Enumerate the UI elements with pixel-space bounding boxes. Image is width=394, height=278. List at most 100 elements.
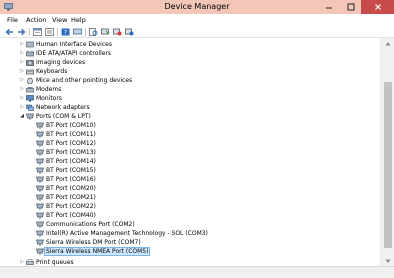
expand-chevron-icon[interactable]: ▷	[19, 104, 25, 111]
minimize-icon	[326, 7, 332, 9]
port-label: BT Port (COM11)	[46, 131, 96, 138]
port-label: BT Port (COM16)	[46, 176, 96, 183]
port-item[interactable]: BT Port (COM10)	[0, 121, 380, 130]
port-icon	[36, 221, 44, 228]
show-device-icon[interactable]	[73, 28, 82, 36]
port-item-selected[interactable]: Sierra Wireless NMEA Port (COM5)	[0, 247, 380, 256]
port-label: Intel(R) Active Management Technology - …	[46, 230, 208, 237]
tree-item-label: Modems	[36, 86, 62, 93]
scroll-up-icon	[385, 41, 391, 45]
port-icon	[36, 230, 44, 237]
port-item[interactable]: BT Port (COM21)	[0, 193, 380, 202]
toolbar-separator	[29, 28, 30, 36]
port-item[interactable]: BT Port (COM13)	[0, 148, 380, 157]
mouse-icon	[27, 77, 33, 84]
close-icon	[374, 4, 381, 10]
port-icon	[36, 176, 44, 183]
tree-item-imaging-devices[interactable]: ▷ Imaging devices	[0, 58, 380, 67]
port-label: Sierra Wireless NMEA Port (COM5)	[44, 247, 151, 256]
expand-chevron-icon[interactable]: ▷	[19, 259, 25, 266]
expand-chevron-icon[interactable]: ▷	[19, 95, 25, 102]
port-item[interactable]: BT Port (COM12)	[0, 139, 380, 148]
port-label: BT Port (COM20)	[46, 185, 96, 192]
menu-help[interactable]: Help	[71, 16, 86, 24]
forward-icon[interactable]	[17, 28, 26, 36]
minimize-button[interactable]	[318, 0, 340, 14]
tree-item-mice-and-other-pointing-devices[interactable]: ▷ Mice and other pointing devices	[0, 76, 380, 85]
menu-view[interactable]: View	[52, 16, 67, 24]
monitor-icon	[26, 95, 34, 102]
port-item[interactable]: Sierra Wireless DM Port (COM7)	[0, 238, 380, 247]
camera-icon	[26, 60, 34, 66]
expand-chevron-icon[interactable]: ▷	[19, 86, 25, 93]
list-view-icon[interactable]	[45, 28, 54, 36]
help-icon[interactable]: ?	[61, 28, 70, 36]
tree-item-label: Print queues	[36, 259, 74, 266]
tree-item-network-adapters[interactable]: ▷ Network adapters	[0, 103, 380, 112]
port-item[interactable]: Communications Port (COM2)	[0, 220, 380, 229]
maximize-icon	[347, 3, 355, 11]
expand-chevron-icon[interactable]: ▷	[19, 68, 25, 75]
port-item[interactable]: BT Port (COM16)	[0, 175, 380, 184]
port-item[interactable]: BT Port (COM20)	[0, 184, 380, 193]
port-icon	[36, 149, 44, 156]
modem-icon	[26, 87, 34, 93]
scroll-up-button[interactable]	[381, 38, 394, 48]
vertical-scrollbar[interactable]	[380, 38, 394, 266]
port-icon	[36, 203, 44, 210]
expand-chevron-icon[interactable]: ▷	[19, 41, 25, 48]
menu-action[interactable]: Action	[26, 16, 46, 24]
ide-controller-icon	[26, 50, 34, 57]
port-item[interactable]: Intel(R) Active Management Technology - …	[0, 229, 380, 238]
port-item[interactable]: BT Port (COM11)	[0, 130, 380, 139]
svg-text:?: ?	[64, 30, 67, 37]
uninstall-device-icon[interactable]	[125, 28, 134, 36]
maximize-button[interactable]	[340, 0, 362, 14]
tree-item-label: Ports (COM & LPT)	[36, 113, 91, 120]
port-label: BT Port (COM14)	[46, 158, 96, 165]
menu-bar: File Action View Help	[0, 14, 394, 26]
scan-hardware-icon[interactable]	[89, 28, 98, 36]
close-button[interactable]	[361, 0, 394, 14]
disable-device-icon[interactable]	[113, 28, 122, 36]
port-icon	[36, 140, 44, 147]
port-item[interactable]: BT Port (COM15)	[0, 166, 380, 175]
back-icon[interactable]	[5, 28, 14, 36]
update-driver-icon[interactable]	[101, 28, 110, 36]
port-label: BT Port (COM12)	[46, 140, 96, 147]
tree-item-modems[interactable]: ▷ Modems	[0, 85, 380, 94]
tree-item-print-queues[interactable]: ▷ Print queues	[0, 258, 380, 266]
port-item[interactable]: BT Port (COM14)	[0, 157, 380, 166]
expand-chevron-icon[interactable]: ▷	[19, 59, 25, 66]
expand-chevron-icon[interactable]: ▷	[19, 50, 25, 57]
device-tree[interactable]: ▷ Human Interface Devices ▷ IDE ATA/ATAP…	[0, 38, 380, 266]
tree-item-ports-com-lpt[interactable]: ◢ Ports (COM & LPT)	[0, 112, 380, 121]
scroll-down-button[interactable]	[381, 256, 394, 266]
port-icon	[36, 131, 44, 138]
properties-icon[interactable]	[33, 28, 42, 36]
port-icon	[36, 185, 44, 192]
tree-item-label: Human Interface Devices	[36, 41, 112, 48]
port-label: Sierra Wireless DM Port (COM7)	[46, 239, 141, 246]
port-item[interactable]: BT Port (COM22)	[0, 202, 380, 211]
tree-item-ide-ata-atapi-controllers[interactable]: ▷ IDE ATA/ATAPI controllers	[0, 49, 380, 58]
port-icon	[36, 158, 44, 165]
port-icon	[36, 212, 44, 219]
toolbar-separator	[85, 28, 86, 36]
tree-item-label: Imaging devices	[36, 59, 86, 66]
menu-file[interactable]: File	[7, 16, 18, 24]
port-item[interactable]: BT Port (COM40)	[0, 211, 380, 220]
port-label: BT Port (COM22)	[46, 203, 96, 210]
tree-item-human-interface-devices[interactable]: ▷ Human Interface Devices	[0, 40, 380, 49]
scrollbar-thumb[interactable]	[384, 82, 392, 248]
port-icon	[36, 167, 44, 174]
tree-item-keyboards[interactable]: ▷ Keyboards	[0, 67, 380, 76]
toolbar-separator	[57, 28, 58, 36]
collapse-chevron-icon[interactable]: ◢	[19, 113, 25, 120]
tree-item-monitors[interactable]: ▷ Monitors	[0, 94, 380, 103]
scroll-down-icon	[385, 259, 391, 263]
expand-chevron-icon[interactable]: ▷	[19, 77, 25, 84]
port-label: BT Port (COM13)	[46, 149, 96, 156]
status-bar	[0, 266, 394, 278]
tree-item-label: Monitors	[36, 95, 62, 102]
